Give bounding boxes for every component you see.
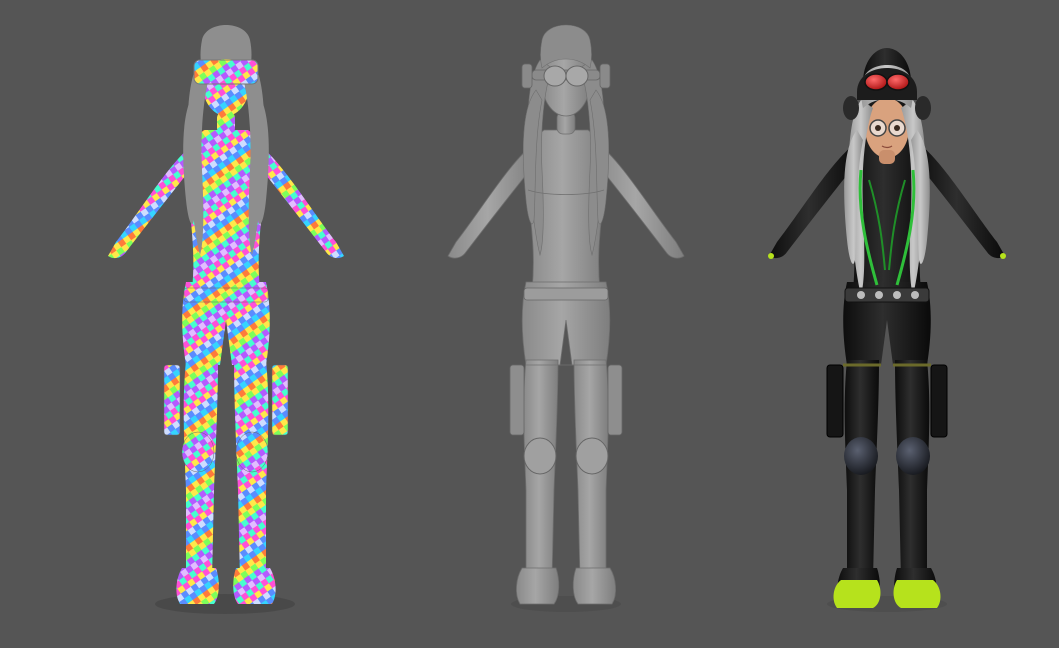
scene-canvas[interactable] [0, 0, 1059, 648]
clay-model[interactable] [447, 24, 685, 605]
3d-viewport[interactable] [0, 0, 1059, 648]
textured-model[interactable] [768, 48, 1006, 608]
uv-checker-model[interactable] [108, 25, 344, 604]
